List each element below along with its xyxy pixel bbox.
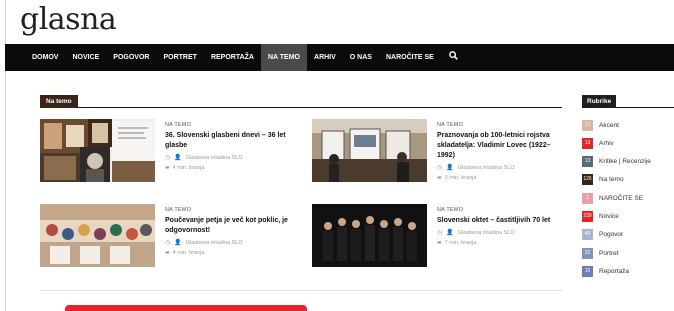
article-thumbnail[interactable] [40, 204, 155, 267]
read-time-label: 7 min. branja [444, 239, 477, 246]
clock-icon: ◷ [437, 165, 443, 171]
article-meta: NA TEMO Praznovanja ob 100-letnici rojst… [437, 122, 567, 181]
article-title[interactable]: Slovenski oktet – častitljivih 70 let [437, 216, 567, 226]
read-time-label: 4 min. branja [172, 249, 205, 256]
sidebar-category-item[interactable]: 32 Portret [582, 247, 674, 259]
category-label[interactable]: Novice [599, 213, 619, 220]
article-read-time: ▰ 4 min. branja [165, 164, 295, 172]
article-title[interactable]: 36. Slovenski glasbeni dnevi – 36 let gl… [165, 131, 295, 151]
sidebar-header: Rubrike [582, 95, 674, 108]
sidebar-rubrike: Rubrike 17 Akcent 13 Arhiv 13 Kritike | Recen… [582, 95, 674, 277]
section-title: Na temo [40, 95, 78, 108]
article-byline: ◷ 👤 Glasbena mladina SLO [437, 164, 567, 172]
category-count-badge: 13 [582, 156, 593, 168]
article-read-time: ▰ 3 min. branja [437, 174, 567, 182]
article-thumbnail[interactable] [312, 119, 427, 182]
article-meta: NA TEMO Poučevanje petja je več kot pokl… [165, 207, 295, 256]
article-meta: NA TEMO 36. Slovenski glasbeni dnevi – 3… [165, 122, 295, 171]
search-icon[interactable] [441, 44, 466, 71]
category-count-badge: 17 [582, 119, 593, 131]
sidebar-category-item[interactable]: 40 Pogovor [582, 229, 674, 241]
article-read-time: ▰ 7 min. branja [437, 239, 567, 247]
sidebar-category-item[interactable]: 239 Novice [582, 210, 674, 222]
nav-item-portret[interactable]: PORTRET [156, 44, 203, 71]
article-author[interactable]: Glasbena mladina SLO [186, 240, 243, 246]
main-navigation: DOMOV NOVICE POGOVOR PORTRET REPORTAŽA N… [5, 44, 674, 71]
nav-item-domov[interactable]: DOMOV [25, 44, 65, 71]
category-count-badge: 126 [582, 174, 593, 186]
category-label[interactable]: Portret [599, 250, 619, 257]
sidebar-category-item[interactable]: 13 Arhiv [582, 137, 674, 149]
sidebar-category-item[interactable]: 13 Kritike | Recenzije [582, 156, 674, 168]
article-byline: ◷ 👤 Glasbena mladina SLO [165, 154, 295, 162]
category-label[interactable]: Pogovor [599, 231, 623, 238]
article-byline: ◷ 👤 Glasbena mladina SLO [165, 239, 295, 247]
user-icon: 👤 [446, 230, 454, 236]
book-icon: ▰ [165, 165, 170, 171]
read-time-label: 3 min. branja [444, 174, 477, 181]
sidebar-category-item[interactable]: 126 Na temo [582, 174, 674, 186]
article-title[interactable]: Praznovanja ob 100-letnici rojstva sklad… [437, 131, 567, 161]
article-byline: ◷ 👤 Glasbena mladina SLO [437, 229, 567, 237]
category-count-badge: 1 [582, 192, 593, 204]
red-banner[interactable] [65, 305, 307, 311]
category-count-badge: 13 [582, 137, 593, 149]
article-category[interactable]: NA TEMO [165, 207, 295, 213]
nav-item-arhiv[interactable]: ARHIV [307, 44, 343, 71]
nav-item-pogovor[interactable]: POGOVOR [106, 44, 156, 71]
category-label[interactable]: Akcent [599, 122, 619, 129]
article-category[interactable]: NA TEMO [437, 122, 567, 128]
category-label[interactable]: Na temo [599, 176, 624, 183]
nav-item-reportaza[interactable]: REPORTAŽA [204, 44, 261, 71]
article-thumbnail[interactable] [312, 204, 427, 267]
sidebar-category-item[interactable]: 1 NAROČITE SE [582, 192, 674, 204]
user-icon: 👤 [174, 155, 182, 161]
nav-item-novice[interactable]: NOVICE [65, 44, 106, 71]
book-icon: ▰ [165, 250, 170, 256]
category-label[interactable]: Kritike | Recenzije [599, 158, 651, 165]
article-read-time: ▰ 4 min. branja [165, 249, 295, 257]
nav-item-o-nas[interactable]: O NAS [343, 44, 379, 71]
category-count-badge: 15 [582, 265, 593, 277]
category-count-badge: 32 [582, 247, 593, 259]
nav-item-narocite-se[interactable]: NAROČITE SE [379, 44, 441, 71]
article-thumbnail[interactable] [40, 119, 155, 182]
article-category[interactable]: NA TEMO [165, 122, 295, 128]
category-label[interactable]: Arhiv [599, 140, 614, 147]
site-logo[interactable]: glasna [20, 2, 117, 37]
user-icon: 👤 [446, 165, 454, 171]
content-divider [40, 290, 562, 291]
category-count-badge: 239 [582, 210, 593, 222]
article-title[interactable]: Poučevanje petja je več kot poklic, je o… [165, 216, 295, 236]
category-label[interactable]: NAROČITE SE [599, 195, 643, 202]
book-icon: ▰ [437, 175, 442, 181]
category-count-badge: 40 [582, 229, 593, 241]
article-author[interactable]: Glasbena mladina SLO [186, 155, 243, 161]
sidebar-category-item[interactable]: 15 Reportaža [582, 265, 674, 277]
article-meta: NA TEMO Slovenski oktet – častitljivih 7… [437, 207, 567, 246]
sidebar-category-item[interactable]: 17 Akcent [582, 119, 674, 131]
nav-item-na-temo[interactable]: NA TEMO [260, 44, 308, 71]
clock-icon: ◷ [165, 155, 171, 161]
sidebar-title: Rubrike [582, 95, 617, 108]
clock-icon: ◷ [437, 230, 443, 236]
read-time-label: 4 min. branja [172, 164, 205, 171]
section-header: Na temo [40, 95, 562, 108]
book-icon: ▰ [437, 240, 442, 246]
article-category[interactable]: NA TEMO [437, 207, 567, 213]
user-icon: 👤 [174, 240, 182, 246]
article-author[interactable]: Glasbena mladina SLO [458, 165, 515, 171]
category-label[interactable]: Reportaža [599, 268, 629, 275]
rubrike-list: 17 Akcent 13 Arhiv 13 Kritike | Recenzije 126 N… [582, 119, 674, 277]
article-author[interactable]: Glasbena mladina SLO [458, 230, 515, 236]
clock-icon: ◷ [165, 240, 171, 246]
